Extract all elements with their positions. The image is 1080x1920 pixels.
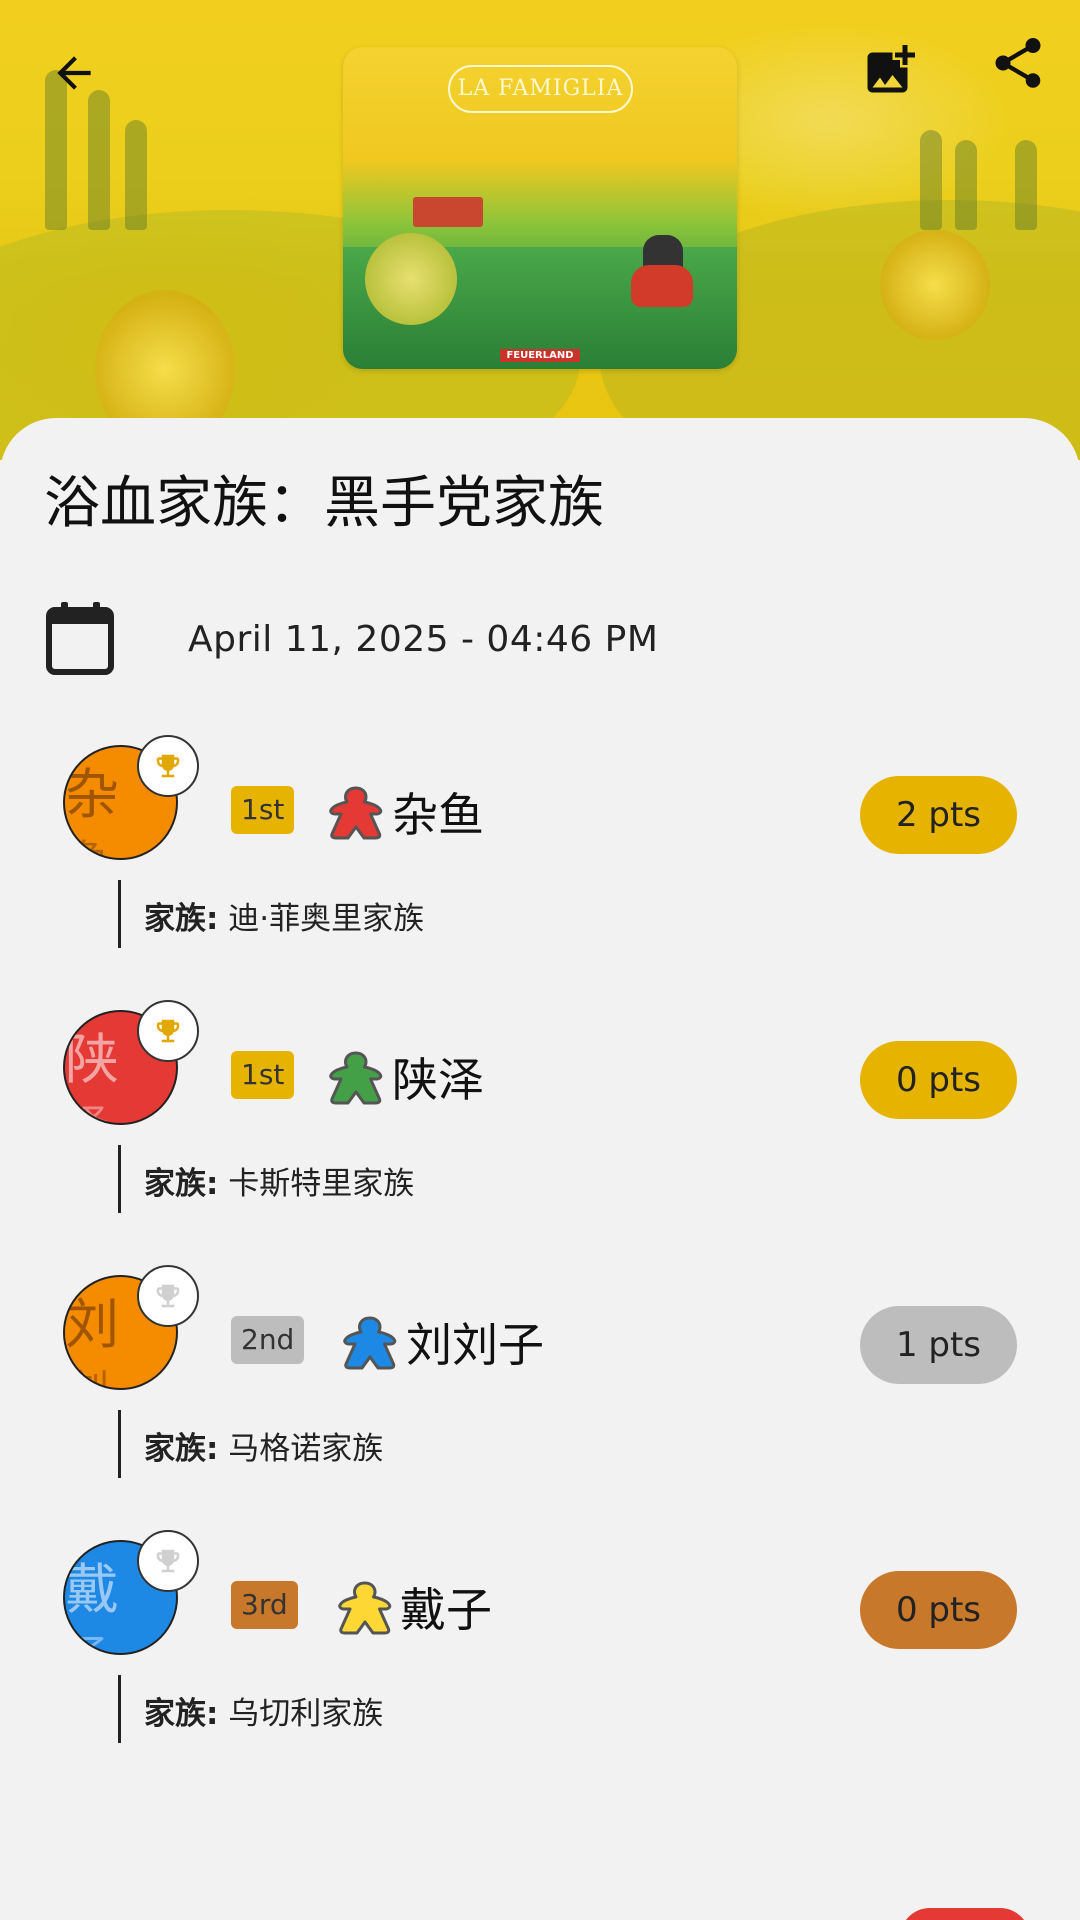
add-photo-icon bbox=[867, 45, 915, 93]
game-date: April 11, 2025 - 04:46 PM bbox=[188, 618, 659, 660]
player-name: 刘刘子 bbox=[406, 1318, 544, 1372]
divider-line bbox=[118, 1145, 121, 1213]
share-button[interactable] bbox=[978, 23, 1058, 103]
game-title: 浴血家族：黑手党家族 bbox=[44, 471, 604, 536]
rank-badge: 2nd bbox=[231, 1316, 305, 1364]
header-banner: LA FAMIGLIA FEUERLAND bbox=[0, 0, 1080, 460]
floating-action-button[interactable] bbox=[900, 1908, 1030, 1920]
cover-bale bbox=[365, 233, 457, 325]
divider-line bbox=[118, 880, 121, 948]
game-cover-image[interactable]: LA FAMIGLIA FEUERLAND bbox=[343, 47, 737, 369]
family-text: 家族: 乌切利家族 bbox=[144, 1696, 384, 1732]
rank-badge: 1st bbox=[231, 786, 295, 834]
player-name: 戴子 bbox=[400, 1583, 492, 1637]
cover-scooter bbox=[631, 265, 693, 307]
player-name: 杂鱼 bbox=[392, 788, 484, 842]
divider-line bbox=[118, 1410, 121, 1478]
family-text: 家族: 马格诺家族 bbox=[144, 1431, 384, 1467]
meeple-icon bbox=[343, 1316, 397, 1370]
meeple-icon bbox=[329, 786, 383, 840]
points-badge: 0 pts bbox=[860, 1041, 1017, 1119]
player-row[interactable]: 杂 鱼 1st 杂鱼 2 pts 家族: 迪·菲奥里家族 bbox=[0, 735, 1080, 1000]
calendar-icon bbox=[46, 602, 114, 675]
player-row[interactable]: 戴 子 3rd 戴子 0 pts 家族: 乌切利家族 bbox=[0, 1530, 1080, 1795]
share-icon bbox=[995, 38, 1041, 88]
points-badge: 0 pts bbox=[860, 1571, 1017, 1649]
points-badge: 1 pts bbox=[860, 1306, 1017, 1384]
player-row[interactable]: 陕 泽 1st 陕泽 0 pts 家族: 卡斯特里家族 bbox=[0, 1000, 1080, 1265]
player-name: 陕泽 bbox=[392, 1053, 484, 1107]
rank-badge: 1st bbox=[231, 1051, 295, 1099]
family-text: 家族: 迪·菲奥里家族 bbox=[144, 901, 425, 937]
date-row: April 11, 2025 - 04:46 PM bbox=[46, 602, 658, 676]
add-photo-button[interactable] bbox=[850, 30, 930, 110]
cover-publisher: FEUERLAND bbox=[343, 349, 737, 362]
trophy-icon bbox=[137, 1000, 199, 1062]
divider-line bbox=[118, 1675, 121, 1743]
meeple-icon bbox=[338, 1581, 392, 1635]
cover-title: LA FAMIGLIA bbox=[448, 65, 633, 113]
player-row[interactable]: 刘 刘 2nd 刘刘子 1 pts 家族: 马格诺家族 bbox=[0, 1265, 1080, 1530]
trophy-icon bbox=[137, 735, 199, 797]
meeple-icon bbox=[329, 1051, 383, 1105]
rank-badge: 3rd bbox=[231, 1581, 298, 1629]
trophy-icon bbox=[137, 1265, 199, 1327]
arrow-back-icon bbox=[57, 56, 91, 90]
family-text: 家族: 卡斯特里家族 bbox=[144, 1166, 415, 1202]
trophy-icon bbox=[137, 1530, 199, 1592]
cover-house bbox=[413, 197, 483, 227]
points-badge: 2 pts bbox=[860, 776, 1017, 854]
back-button[interactable] bbox=[34, 33, 114, 113]
